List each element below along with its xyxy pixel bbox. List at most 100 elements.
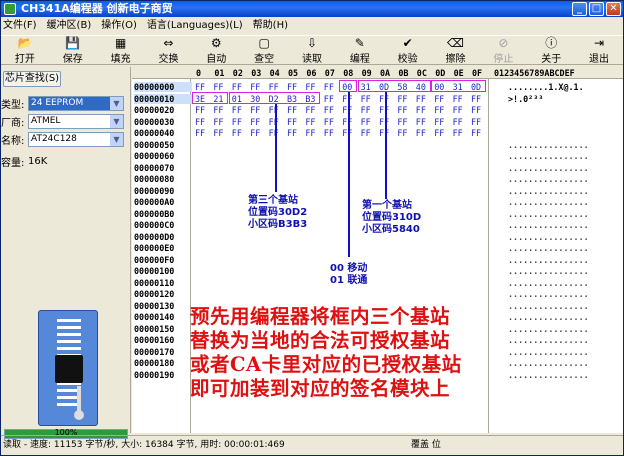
hex-cell[interactable]: FF: [471, 117, 481, 127]
pointer-line-third: [274, 103, 277, 192]
hex-col-header: 04: [269, 68, 280, 78]
maker-select[interactable]: ATMEL ▼: [28, 113, 124, 129]
minimize-button[interactable]: _: [572, 2, 587, 16]
hex-cell[interactable]: FF: [453, 128, 463, 138]
hex-cell[interactable]: FF: [250, 128, 260, 138]
hex-cell[interactable]: FF: [397, 128, 407, 138]
hex-address: 00000160: [134, 335, 175, 345]
hex-cell[interactable]: FF: [434, 94, 444, 104]
toolbar-label: 关于: [541, 54, 562, 65]
toolbar-button-7[interactable]: ✎ 编程: [336, 36, 384, 66]
hex-cell[interactable]: FF: [361, 94, 371, 104]
toolbar-button-8[interactable]: ✔ 校验: [384, 36, 432, 66]
hex-cell[interactable]: FF: [232, 128, 242, 138]
hex-cell[interactable]: FF: [434, 105, 444, 115]
app-icon: [4, 3, 16, 15]
hex-cell[interactable]: FF: [324, 94, 334, 104]
hex-address: 000000B0: [134, 208, 175, 219]
status-bar: 读取 - 速度: 11153 字节/秒, 大小: 16384 字节, 用时: 0…: [1, 435, 623, 455]
hex-cell[interactable]: FF: [416, 105, 426, 115]
hex-cell[interactable]: FF: [471, 128, 481, 138]
toolbar-button-10[interactable]: ⊘ 停止: [479, 36, 527, 66]
hex-cell[interactable]: FF: [250, 117, 260, 127]
hex-cell[interactable]: FF: [305, 117, 315, 127]
hex-cell[interactable]: FF: [195, 117, 205, 127]
chip-search-button[interactable]: 芯片查找(S): [3, 71, 61, 87]
hex-cell[interactable]: FF: [453, 94, 463, 104]
hex-cell[interactable]: FF: [434, 117, 444, 127]
hex-address: 000000C0: [134, 220, 175, 230]
hex-cell[interactable]: FF: [287, 128, 297, 138]
hex-cell[interactable]: FF: [232, 117, 242, 127]
close-button[interactable]: ✕: [606, 2, 621, 16]
hex-cell[interactable]: FF: [250, 82, 260, 92]
menu-language[interactable]: 语言(Languages)(L): [147, 17, 243, 34]
hex-cell[interactable]: FF: [232, 105, 242, 115]
toolbar-button-1[interactable]: 💾 保存: [49, 36, 97, 66]
hex-cell[interactable]: FF: [471, 94, 481, 104]
hex-cell[interactable]: FF: [434, 128, 444, 138]
toolbar-button-0[interactable]: 📂 打开: [1, 36, 49, 66]
type-select[interactable]: 24 EEPROM ▼: [28, 95, 124, 111]
hex-cell[interactable]: FF: [471, 105, 481, 115]
hex-address: 00000170: [134, 346, 175, 357]
hex-col-header: 0B: [398, 68, 409, 78]
toolbar-button-6[interactable]: ⇩ 读取: [288, 36, 336, 66]
hex-cell[interactable]: FF: [324, 82, 334, 92]
hex-cell[interactable]: FF: [195, 105, 205, 115]
hex-cell[interactable]: FF: [324, 105, 334, 115]
hex-col-header: 06: [306, 68, 317, 78]
swap-icon: ⇔: [163, 36, 174, 50]
toolbar-button-3[interactable]: ⇔ 交换: [145, 36, 193, 66]
hex-cell[interactable]: FF: [361, 117, 371, 127]
hex-cell[interactable]: FF: [305, 128, 315, 138]
hex-cell[interactable]: FF: [361, 128, 371, 138]
toolbar-button-2[interactable]: ▦ 填充: [97, 36, 145, 66]
hex-cell[interactable]: FF: [397, 117, 407, 127]
hex-cell[interactable]: FF: [324, 117, 334, 127]
hex-cell[interactable]: FF: [213, 82, 223, 92]
menu-help[interactable]: 帮助(H): [253, 17, 288, 34]
hex-cell[interactable]: FF: [416, 128, 426, 138]
hex-cell[interactable]: FF: [361, 105, 371, 115]
hex-cell[interactable]: FF: [213, 128, 223, 138]
pointer-line-operator: [348, 92, 351, 257]
toolbar-button-12[interactable]: ⇥ 退出: [575, 36, 623, 66]
hex-cell[interactable]: FF: [453, 117, 463, 127]
hex-cell[interactable]: FF: [213, 105, 223, 115]
hex-cell[interactable]: FF: [250, 105, 260, 115]
hex-cell[interactable]: FF: [453, 105, 463, 115]
hex-cell[interactable]: FF: [195, 82, 205, 92]
toolbar-button-11[interactable]: ⓘ 关于: [527, 36, 575, 66]
hex-cell[interactable]: FF: [416, 94, 426, 104]
toolbar-button-5[interactable]: ▢ 查空: [240, 36, 288, 66]
title-bar[interactable]: CH341A编程器 创新电子商贸 _ □ ✕: [1, 1, 623, 17]
maximize-button[interactable]: □: [589, 2, 604, 16]
floppy-icon: 💾: [65, 36, 81, 50]
hex-cell[interactable]: FF: [287, 117, 297, 127]
instruction-text: 预先用编程器将框内三个基站 替换为当地的合法可授权基站 或者CA卡里对应的已授权…: [190, 305, 462, 401]
hex-address: 00000060: [134, 151, 175, 161]
hex-cell[interactable]: FF: [195, 128, 205, 138]
hex-cell[interactable]: FF: [324, 128, 334, 138]
hex-address: 00000130: [134, 300, 175, 311]
hex-col-header: 0: [196, 68, 202, 78]
menu-operation[interactable]: 操作(O): [101, 17, 137, 34]
hex-cell[interactable]: FF: [287, 82, 297, 92]
hex-cell[interactable]: FF: [287, 105, 297, 115]
menu-file[interactable]: 文件(F): [3, 17, 37, 34]
toolbar-button-4[interactable]: ⚙ 自动: [192, 36, 240, 66]
highlight-box-prefix: [192, 91, 229, 104]
hex-cell[interactable]: FF: [213, 117, 223, 127]
hex-cell[interactable]: FF: [416, 117, 426, 127]
hex-cell[interactable]: FF: [305, 105, 315, 115]
hex-cell[interactable]: FF: [397, 94, 407, 104]
exit-icon: ⇥: [594, 36, 605, 50]
hex-cell[interactable]: FF: [232, 82, 242, 92]
toolbar-button-9[interactable]: ⌫ 擦除: [432, 36, 480, 66]
hex-cell[interactable]: FF: [397, 105, 407, 115]
name-select[interactable]: AT24C128 ▼: [28, 131, 124, 147]
hex-cell[interactable]: FF: [269, 82, 279, 92]
hex-cell[interactable]: FF: [305, 82, 315, 92]
menu-buffer[interactable]: 缓冲区(B): [47, 17, 92, 34]
